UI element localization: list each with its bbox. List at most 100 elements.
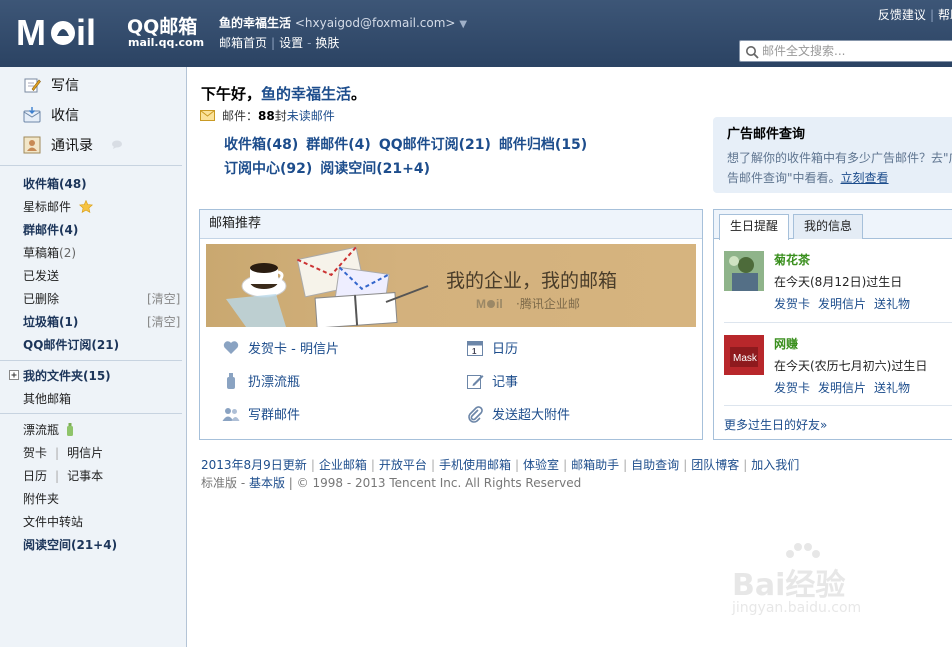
footer-link-updated[interactable]: 2013年8月9日更新 <box>201 458 307 472</box>
avatar[interactable] <box>724 251 764 291</box>
send-gift-link[interactable]: 送礼物 <box>874 297 910 311</box>
large-attachment-link[interactable]: 发送超大附件 <box>466 404 570 423</box>
friend-name[interactable]: 菊花茶 <box>774 251 810 268</box>
sidebar-item-reading-space[interactable]: 阅读空间(21+4) <box>23 536 117 553</box>
pencil-icon <box>24 78 41 93</box>
footer-link-team-blog[interactable]: 团队博客 <box>691 458 739 472</box>
footer-link-lab[interactable]: 体验室 <box>523 458 559 472</box>
calendar-icon: 1 <box>467 340 483 356</box>
sidebar-item-file-transfer[interactable]: 文件中转站 <box>23 513 83 530</box>
sidebar-item-starred[interactable]: 星标邮件 <box>23 198 93 215</box>
quick-link-subscription-center[interactable]: 订阅中心(92) <box>224 161 312 177</box>
write-group-mail-link[interactable]: 写群邮件 <box>222 404 300 423</box>
send-greeting-card-link[interactable]: 发贺卡 - 明信片 <box>222 338 339 357</box>
sidebar-item-deleted[interactable]: 已删除 <box>23 290 59 307</box>
expand-plus-icon[interactable] <box>9 370 19 380</box>
greeting: 下午好，鱼的幸福生活。 <box>201 83 366 104</box>
footer-link-enterprise[interactable]: 企业邮箱 <box>319 458 367 472</box>
sidebar-item-postcard[interactable]: 明信片 <box>67 446 103 460</box>
sidebar-item-drift-bottle[interactable]: 漂流瓶 <box>23 421 74 438</box>
send-gift-link[interactable]: 送礼物 <box>874 381 910 395</box>
check-now-link[interactable]: 立刻查看 <box>841 171 889 185</box>
search-icon <box>746 46 759 59</box>
footer-copyright: 标准版 - 基本版 | © 1998 - 2013 Tencent Inc. A… <box>201 474 581 491</box>
throw-drift-bottle-link[interactable]: 扔漂流瓶 <box>222 371 300 390</box>
footer-link-mobile[interactable]: 手机使用邮箱 <box>439 458 511 472</box>
enterprise-mail-banner[interactable]: 我的企业，我的邮箱 Mil ·腾讯企业邮 <box>206 244 696 327</box>
empty-deleted-link[interactable]: [清空] <box>147 290 180 307</box>
greeting-name[interactable]: 鱼的幸福生活 <box>261 85 351 103</box>
recommend-title: 邮箱推荐 <box>200 210 702 239</box>
svg-text:1: 1 <box>472 347 477 356</box>
sidebar-item-inbox[interactable]: 收件箱(48) <box>23 175 87 192</box>
sidebar-calendar-row: 日历 | 记事本 <box>23 469 104 483</box>
tab-birthday-reminder[interactable]: 生日提醒 <box>719 214 790 240</box>
top-bar: M il QQ邮箱 mail.qq.com 鱼的幸福生活 <hxyaigod@f… <box>0 0 952 67</box>
greeting-prefix: 下午好， <box>201 85 262 103</box>
sidebar-item-my-folders[interactable]: 我的文件夹(15) <box>9 367 111 384</box>
contacts-icon <box>23 136 41 154</box>
user-nickname[interactable]: 鱼的幸福生活 <box>219 16 291 30</box>
quick-link-qq-subscription[interactable]: QQ邮件订阅(21) <box>379 137 491 153</box>
search-box[interactable] <box>739 40 952 62</box>
help-link[interactable]: 帮助 <box>938 8 952 22</box>
send-postcard-link[interactable]: 发明信片 <box>818 297 866 311</box>
write-mail-button[interactable]: 写信 <box>23 74 79 96</box>
mailbox-recommend-panel: 邮箱推荐 我的企业，我的邮箱 Mil ·腾讯企业邮 发贺卡 - 明信片 扔漂流瓶 … <box>199 209 703 440</box>
settings-link[interactable]: 设置 <box>279 36 303 50</box>
sidebar-divider <box>0 165 182 166</box>
empty-spam-link[interactable]: [清空] <box>147 313 180 330</box>
quick-link-reading-space[interactable]: 阅读空间(21+4) <box>320 161 430 177</box>
basic-edition-link[interactable]: 基本版 <box>249 476 285 490</box>
friend-name[interactable]: 网赚 <box>774 335 798 352</box>
quick-link-group-mail[interactable]: 群邮件(4) <box>306 137 371 153</box>
watermark-url: jingyan.baidu.com <box>732 600 862 616</box>
quick-link-inbox[interactable]: 收件箱(48) <box>224 137 298 153</box>
sidebar-item-attachments[interactable]: 附件夹 <box>23 490 59 507</box>
send-postcard-link[interactable]: 发明信片 <box>818 381 866 395</box>
qq-mail-logo[interactable]: M il QQ邮箱 mail.qq.com <box>16 12 204 53</box>
sidebar-item-greeting-card[interactable]: 贺卡 <box>23 446 47 460</box>
search-input[interactable] <box>762 43 952 59</box>
paperclip-icon <box>468 405 483 423</box>
sidebar-item-calendar[interactable]: 日历 <box>23 469 47 483</box>
more-birthday-friends-link[interactable]: 更多过生日的好友» <box>724 416 827 433</box>
chat-bubble-icon <box>112 140 122 149</box>
receive-mail-button[interactable]: 收信 <box>23 104 79 126</box>
footer-link-open-platform[interactable]: 开放平台 <box>379 458 427 472</box>
send-card-link[interactable]: 发贺卡 <box>774 297 810 311</box>
ad-box-title: 广告邮件查询 <box>727 127 806 142</box>
account-dropdown-icon[interactable]: ▼ <box>459 19 467 30</box>
drafts-count: (2) <box>59 246 77 260</box>
mail-label: 邮件： <box>222 109 259 123</box>
calendar-link[interactable]: 1 日历 <box>466 338 518 357</box>
footer-link-join-us[interactable]: 加入我们 <box>751 458 799 472</box>
sidebar-item-sent[interactable]: 已发送 <box>23 267 59 284</box>
send-card-link[interactable]: 发贺卡 <box>774 381 810 395</box>
sidebar: 写信 收信 通讯录 收件箱(48) 星标邮件 群邮件(4) 草稿箱(2) 已发送… <box>0 67 187 647</box>
footer-link-self-service[interactable]: 自助查询 <box>631 458 679 472</box>
header-right-links: 反馈建议|帮助 <box>878 6 952 23</box>
unread-mail-link[interactable]: 未读邮件 <box>287 107 335 124</box>
friend-birthday-text: 在今天(8月12日)过生日 <box>774 275 903 289</box>
tab-my-info[interactable]: 我的信息 <box>793 214 864 239</box>
bottle-icon <box>227 372 235 389</box>
sidebar-item-drafts[interactable]: 草稿箱(2) <box>23 244 76 261</box>
sidebar-item-notebook[interactable]: 记事本 <box>67 469 103 483</box>
group-users-icon <box>222 407 240 421</box>
notes-link[interactable]: 记事 <box>466 371 518 390</box>
feedback-link[interactable]: 反馈建议 <box>878 8 926 22</box>
mailbox-home-link[interactable]: 邮箱首页 <box>219 36 267 50</box>
receive-mail-label: 收信 <box>51 108 79 124</box>
svg-text:il: il <box>496 297 503 309</box>
sidebar-item-other-mailbox[interactable]: 其他邮箱 <box>23 390 71 407</box>
quick-link-archive[interactable]: 邮件归档(15) <box>499 137 587 153</box>
avatar[interactable]: Mask <box>724 335 764 375</box>
sidebar-item-spam[interactable]: 垃圾箱(1) <box>23 313 78 330</box>
footer-link-assistant[interactable]: 邮箱助手 <box>571 458 619 472</box>
change-skin-link[interactable]: 换肤 <box>315 36 339 50</box>
contacts-button[interactable]: 通讯录 <box>23 134 123 156</box>
friend-divider <box>724 405 952 406</box>
sidebar-item-qq-subscription[interactable]: QQ邮件订阅(21) <box>23 336 119 353</box>
sidebar-item-group-mail[interactable]: 群邮件(4) <box>23 221 78 238</box>
